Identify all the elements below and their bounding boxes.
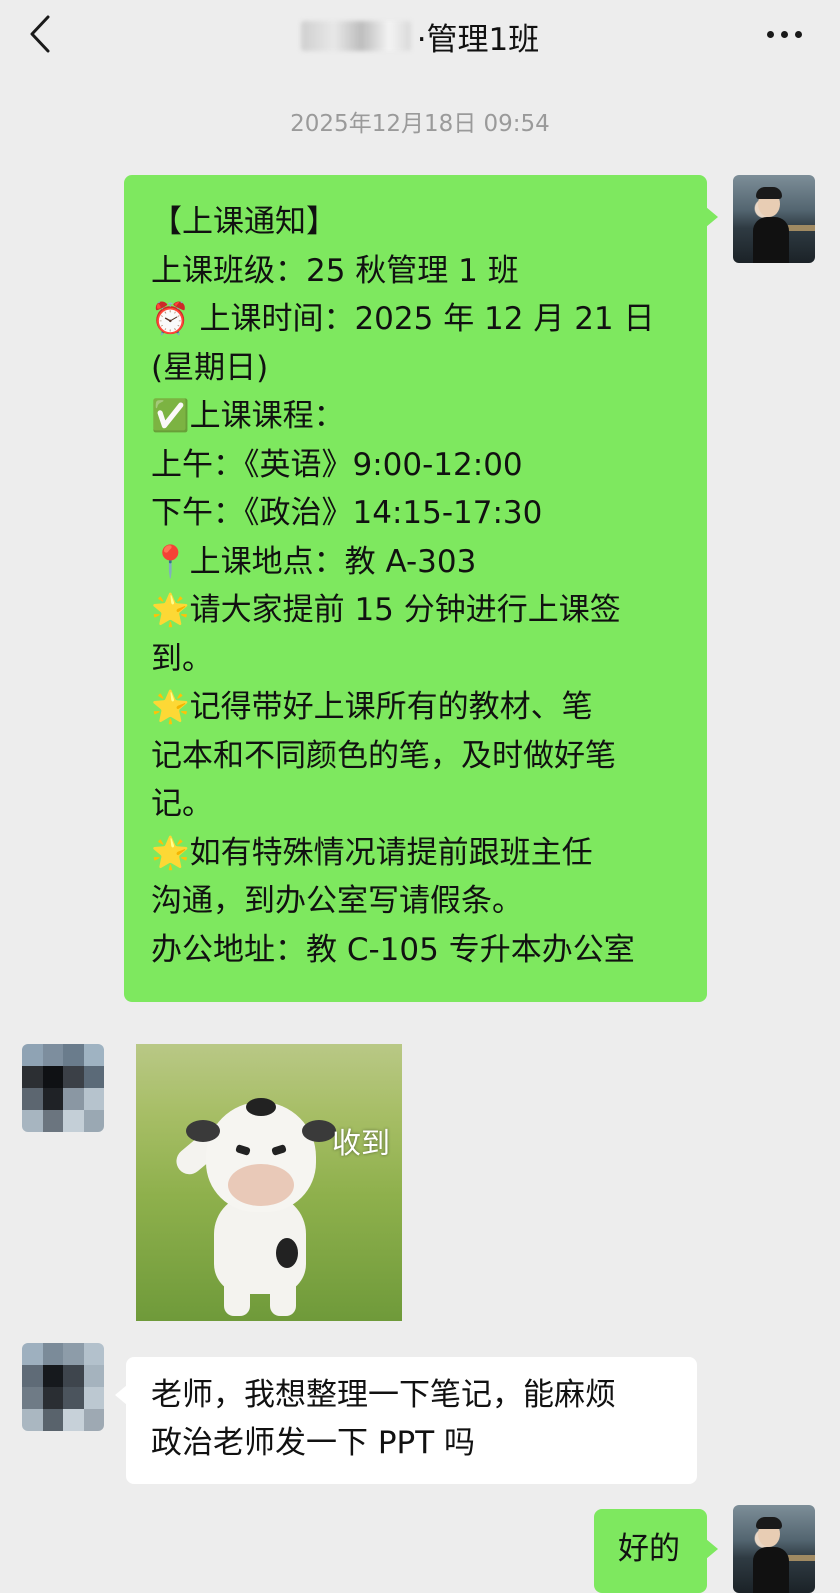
- student-question-bubble[interactable]: 老师，我想整理一下笔记，能麻烦 政治老师发一下 PPT 吗: [115, 1357, 697, 1484]
- reply-text: 好的: [618, 1531, 680, 1567]
- chevron-left-icon: [30, 15, 50, 53]
- notice-line: 记。: [151, 786, 213, 822]
- notice-line: (星期日): [151, 349, 269, 386]
- avatar-hair: [756, 1517, 782, 1529]
- member-avatar-1[interactable]: [22, 1044, 104, 1132]
- more-button[interactable]: [762, 18, 806, 50]
- notice-line: 到。: [151, 640, 213, 677]
- notice-line: 📍上课地点：教 A-303: [151, 543, 477, 580]
- notice-line: 🌟如有特殊情况请提前跟班主任: [151, 834, 593, 871]
- redacted-title-prefix: [300, 21, 411, 51]
- cow-ear: [186, 1120, 220, 1142]
- bubble-tail: [706, 1539, 718, 1559]
- notice-line: ⏰ 上课时间：2025 年 12 月 21 日: [151, 301, 655, 337]
- sticker-caption: 收到: [332, 1126, 391, 1160]
- notice-line: 🌟记得带好上课所有的教材、笔: [151, 689, 593, 725]
- cow-spot: [246, 1098, 276, 1116]
- top-bar: ·管理1班: [0, 0, 840, 72]
- cow-snout: [228, 1164, 294, 1206]
- back-button[interactable]: [20, 12, 60, 56]
- notice-line: 🌟请大家提前 15 分钟进行上课签: [151, 592, 621, 628]
- notice-line: 上课班级：25 秋管理 1 班: [151, 252, 519, 289]
- notice-line: 办公地址：教 C-105 专升本办公室: [151, 931, 635, 968]
- avatar-shirt: [753, 217, 789, 263]
- avatar-shirt: [753, 1547, 789, 1593]
- notice-line: 沟通，到办公室写请假条。: [151, 883, 523, 919]
- cow-head: [186, 1098, 336, 1212]
- notice-text: 【上课通知】上课班级：25 秋管理 1 班 ⏰ 上课时间：2025 年 12 月 …: [151, 198, 683, 974]
- member-avatar-2[interactable]: [22, 1343, 104, 1431]
- notice-message-bubble[interactable]: 【上课通知】上课班级：25 秋管理 1 班 ⏰ 上课时间：2025 年 12 月 …: [124, 175, 718, 1002]
- message-timestamp: 2025年12月18日 09:54: [290, 111, 550, 137]
- cow-ear: [302, 1120, 336, 1142]
- notice-line: 下午：《政治》14:15-17:30: [151, 495, 543, 531]
- self-avatar[interactable]: [733, 175, 815, 263]
- cow-eye: [271, 1144, 287, 1156]
- bubble-tail: [706, 207, 718, 227]
- reply-message-bubble[interactable]: 好的: [594, 1509, 718, 1593]
- more-dot: [780, 30, 788, 38]
- more-dot: [794, 30, 802, 38]
- cow-salute-sticker[interactable]: 收到: [136, 1044, 402, 1321]
- question-line: 老师，我想整理一下笔记，能麻烦: [151, 1377, 616, 1413]
- question-line: 政治老师发一下 PPT 吗: [151, 1425, 476, 1461]
- notice-line: 【上课通知】: [151, 204, 337, 240]
- notice-line: 上午：《英语》9:00-12:00: [151, 446, 523, 483]
- notice-line: ✅上课课程：: [151, 398, 345, 434]
- chat-title-text: ·管理1班: [416, 21, 540, 58]
- self-avatar[interactable]: [733, 1505, 815, 1593]
- chat-title: ·管理1班: [300, 14, 540, 59]
- avatar-hair: [756, 187, 782, 199]
- cow-spot: [276, 1238, 298, 1268]
- bubble-tail: [115, 1385, 127, 1405]
- notice-line: 记本和不同颜色的笔，及时做好笔: [151, 737, 616, 774]
- cow-eye: [235, 1144, 251, 1156]
- chat-screen: ·管理1班 2025年12月18日 09:54 【上课通知】上课班级：25 秋管…: [0, 0, 840, 1593]
- more-dots-icon: [766, 30, 774, 38]
